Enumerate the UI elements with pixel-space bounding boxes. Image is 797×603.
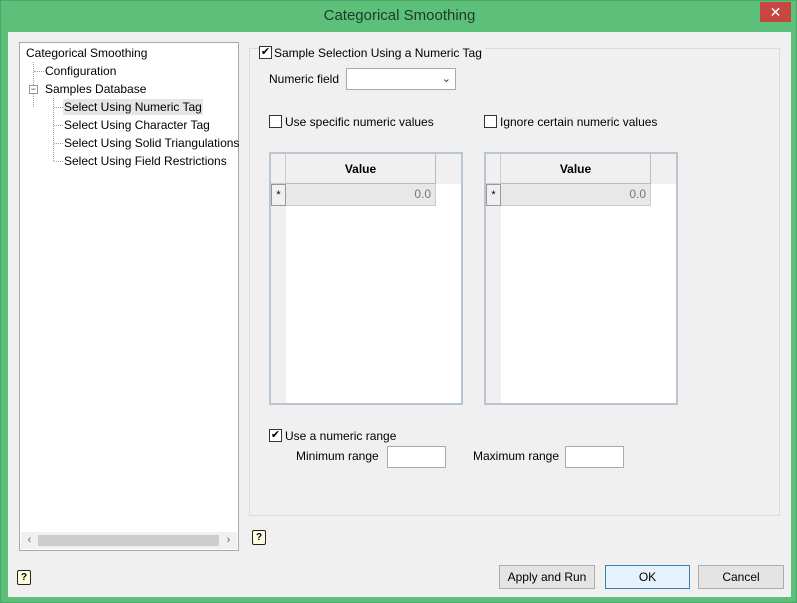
ignore-values-grid[interactable]: Value * 0.0 — [484, 152, 678, 405]
tree-item-samples-database[interactable]: Samples Database — [45, 81, 146, 97]
close-button[interactable]: ✕ — [760, 2, 791, 22]
grid-corner — [486, 154, 501, 184]
use-numeric-range-checkbox[interactable]: ✔ — [269, 429, 282, 442]
chevron-down-icon: ⌄ — [441, 73, 451, 85]
checkmark-icon: ✔ — [270, 429, 281, 441]
tree-item-select-field-restrictions[interactable]: Select Using Field Restrictions — [64, 153, 227, 169]
cancel-button[interactable]: Cancel — [698, 565, 784, 589]
grid-value-cell[interactable]: 0.0 — [286, 184, 436, 206]
navigation-tree[interactable]: Categorical Smoothing Configuration − Sa… — [19, 42, 239, 551]
apply-and-run-button[interactable]: Apply and Run — [499, 565, 595, 589]
grid-new-row-marker[interactable]: * — [271, 184, 286, 206]
use-specific-values-checkbox[interactable] — [269, 115, 282, 128]
ignore-certain-values-checkbox[interactable] — [484, 115, 497, 128]
use-specific-values-label: Use specific numeric values — [285, 115, 434, 129]
numeric-field-dropdown[interactable]: ⌄ — [346, 68, 456, 90]
tree-root-item[interactable]: Categorical Smoothing — [26, 45, 147, 61]
help-icon[interactable]: ? — [252, 530, 266, 545]
title-bar[interactable]: Categorical Smoothing ✕ — [1, 1, 797, 32]
help-icon[interactable]: ? — [17, 570, 31, 585]
ignore-certain-values-label: Ignore certain numeric values — [500, 115, 658, 129]
horizontal-scrollbar[interactable]: ‹ › — [21, 532, 237, 549]
dialog-window: Categorical Smoothing ✕ Categorical Smoo… — [0, 0, 797, 603]
maximum-range-input[interactable] — [565, 446, 624, 468]
grid-value-cell[interactable]: 0.0 — [501, 184, 651, 206]
tree-item-select-numeric-tag[interactable]: Select Using Numeric Tag — [63, 99, 203, 115]
tree-connector — [54, 125, 63, 126]
ok-button[interactable]: OK — [605, 565, 690, 589]
specific-values-grid[interactable]: Value * 0.0 — [269, 152, 463, 405]
grid-header-fill — [436, 154, 461, 184]
tree-connector — [54, 143, 63, 144]
tree-item-select-character-tag[interactable]: Select Using Character Tag — [64, 117, 210, 133]
collapse-icon[interactable]: − — [29, 85, 38, 94]
grid-new-row-marker[interactable]: * — [486, 184, 501, 206]
sample-selection-label: Sample Selection Using a Numeric Tag — [274, 46, 485, 60]
grid-header-fill — [651, 154, 676, 184]
numeric-field-label: Numeric field — [269, 72, 340, 86]
minimum-range-label: Minimum range — [296, 449, 379, 463]
checkmark-icon: ✔ — [260, 46, 271, 58]
window-title: Categorical Smoothing — [323, 7, 476, 24]
minimum-range-input[interactable] — [387, 446, 446, 468]
scroll-left-icon[interactable]: ‹ — [21, 532, 38, 549]
tree-connector — [54, 161, 63, 162]
maximum-range-label: Maximum range — [473, 449, 560, 463]
grid-corner — [271, 154, 286, 184]
tree-item-select-solid-triangulations[interactable]: Select Using Solid Triangulations — [64, 135, 239, 151]
grid-column-header[interactable]: Value — [286, 154, 436, 184]
tree-connector — [34, 71, 44, 72]
tree-item-configuration[interactable]: Configuration — [45, 63, 116, 79]
grid-column-header[interactable]: Value — [501, 154, 651, 184]
tree-connector — [54, 107, 63, 108]
scrollbar-thumb[interactable] — [38, 535, 219, 546]
use-numeric-range-label: Use a numeric range — [285, 429, 397, 443]
dialog-client-area: Categorical Smoothing Configuration − Sa… — [8, 32, 791, 597]
scroll-right-icon[interactable]: › — [220, 532, 237, 549]
sample-selection-checkbox[interactable]: ✔ — [259, 46, 272, 59]
close-icon: ✕ — [769, 4, 782, 20]
